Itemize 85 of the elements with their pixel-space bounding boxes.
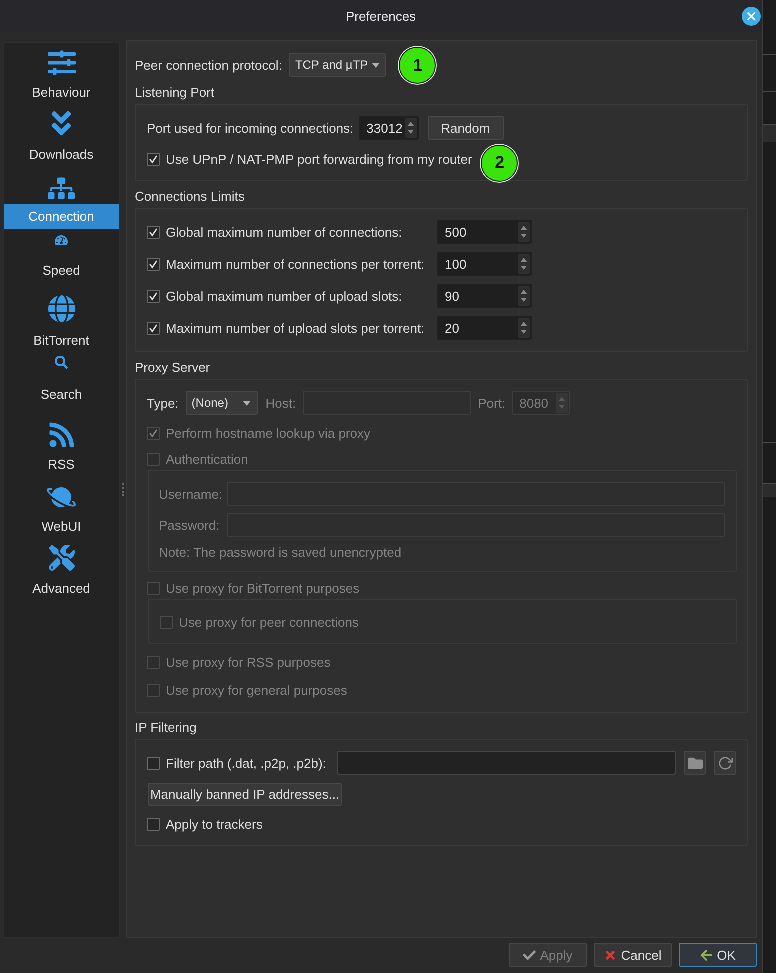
- check-icon: [149, 292, 158, 300]
- checkbox-label: Maximum number of upload slots per torrent:: [166, 320, 425, 336]
- checkbox-label: Use proxy for general purposes: [166, 682, 348, 698]
- sidebar-item[interactable]: Speed: [4, 258, 119, 283]
- sidebar-item[interactable]: Search: [4, 382, 119, 407]
- checkbox[interactable]: [147, 226, 160, 238]
- checkbox-label: Global maximum number of connections:: [166, 224, 402, 240]
- checkbox[interactable]: [147, 290, 160, 302]
- checkbox-label: Maximum number of connections per torrent:: [166, 256, 425, 272]
- rss-icon: [48, 421, 76, 449]
- username-label: Username:: [159, 486, 224, 502]
- sitemap-icon: [48, 175, 75, 202]
- checkbox-label: Filter path (.dat, .p2p, .p2b):: [166, 756, 326, 770]
- number-spinbox[interactable]: 100: [437, 252, 532, 276]
- checkbox-label: Perform hostname lookup via proxy: [166, 426, 370, 440]
- password-note: Note: The password is saved unencrypted: [159, 544, 402, 560]
- caret-icon: [372, 62, 380, 68]
- check-icon: [149, 228, 158, 236]
- group-title: Connections Limits: [135, 188, 245, 206]
- tools-icon: [48, 545, 74, 571]
- filter-path-field[interactable]: [337, 751, 676, 775]
- close-button[interactable]: [742, 6, 761, 26]
- check-icon: [523, 948, 536, 962]
- spin-arrows-icon[interactable]: [518, 318, 530, 338]
- checkbox[interactable]: [147, 818, 160, 830]
- number-spinbox[interactable]: 90: [437, 284, 532, 308]
- sidebar-item[interactable]: Advanced: [4, 576, 119, 601]
- checkbox-label: Use UPnP / NAT-PMP port forwarding from my router: [166, 152, 472, 166]
- sliders-icon: [48, 49, 76, 77]
- check-icon: [149, 324, 158, 332]
- checkbox-label: Apply to trackers: [166, 816, 263, 832]
- port-spinbox[interactable]: 33012: [358, 116, 419, 140]
- sidebar-item[interactable]: Connection: [4, 204, 119, 229]
- group-title: Listening Port: [135, 84, 214, 102]
- type-dropdown[interactable]: (None): [186, 391, 258, 415]
- banned-ip-button[interactable]: Manually banned IP addresses...: [148, 783, 342, 806]
- reload-icon: [718, 756, 732, 770]
- checkbox[interactable]: [147, 756, 160, 770]
- group-title: Proxy Server: [135, 359, 210, 377]
- host-label: Host:: [266, 396, 296, 410]
- checkbox-label: Use proxy for RSS purposes: [166, 654, 331, 670]
- checkbox[interactable]: [147, 152, 160, 166]
- checkbox-label: Use proxy for peer connections: [179, 614, 359, 630]
- search-icon: [55, 356, 68, 369]
- sidebar-item[interactable]: WebUI: [4, 514, 119, 539]
- cancel-button[interactable]: Cancel: [594, 943, 672, 967]
- check-icon: [149, 260, 158, 268]
- protocol-dropdown[interactable]: TCP and µTP: [289, 53, 386, 77]
- ok-button[interactable]: OK: [679, 943, 757, 967]
- caret-icon: [242, 400, 251, 406]
- arrow-icon: [700, 948, 714, 962]
- spin-arrows-icon[interactable]: [404, 118, 417, 138]
- random-button[interactable]: Random: [428, 116, 504, 140]
- callout-badge: 1: [399, 47, 436, 84]
- port-label: Port:: [478, 396, 506, 410]
- callout-badge: 2: [481, 144, 518, 182]
- browse-button[interactable]: [684, 751, 706, 775]
- globe-icon: [48, 295, 76, 323]
- checkbox-label: Use proxy for BitTorrent purposes: [166, 580, 360, 596]
- port-label: Port used for incoming connections:: [147, 120, 354, 136]
- sidebar-item[interactable]: Behaviour: [4, 80, 119, 105]
- number-spinbox[interactable]: 20: [437, 316, 532, 340]
- group-title: IP Filtering: [135, 719, 197, 737]
- reload-button[interactable]: [714, 751, 736, 775]
- password-label: Password:: [159, 518, 221, 532]
- protocol-label: Peer connection protocol:: [135, 58, 282, 72]
- check-icon: [149, 154, 158, 164]
- folder-icon: [688, 756, 702, 770]
- spin-arrows-icon[interactable]: [518, 222, 530, 242]
- check-icon: [149, 428, 158, 438]
- sidebar-item[interactable]: Downloads: [4, 142, 119, 167]
- gauge-icon: [55, 234, 68, 247]
- number-spinbox[interactable]: 500: [437, 220, 532, 244]
- type-label: Type:: [147, 396, 179, 410]
- checkbox[interactable]: [147, 322, 160, 334]
- sidebar-item[interactable]: RSS: [4, 452, 119, 477]
- spin-arrows-icon[interactable]: [518, 254, 530, 274]
- close-icon: [747, 12, 756, 20]
- spin-arrows-icon[interactable]: [518, 286, 530, 306]
- sidebar-item[interactable]: BitTorrent: [4, 328, 119, 353]
- checkbox-label: Authentication: [166, 452, 248, 466]
- checkbox[interactable]: [147, 258, 160, 270]
- checkbox-label: Global maximum number of upload slots:: [166, 288, 402, 304]
- window-title: Preferences: [346, 8, 416, 24]
- x-icon: [604, 948, 618, 962]
